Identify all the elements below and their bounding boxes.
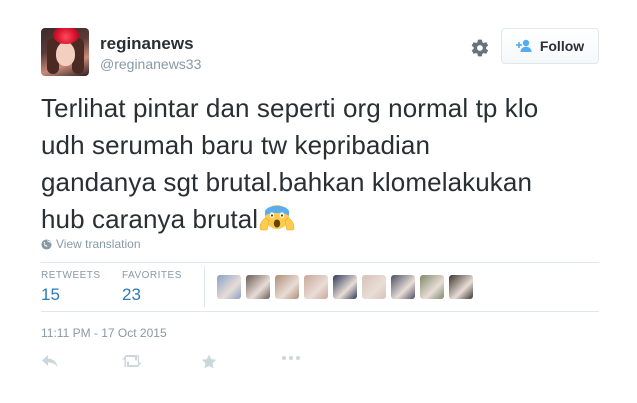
- stats-separator: [204, 266, 205, 307]
- favoriter-avatar[interactable]: [420, 275, 444, 299]
- favoriter-avatar[interactable]: [449, 275, 473, 299]
- favorites-count: 23: [122, 285, 141, 304]
- favoriter-avatar[interactable]: [391, 275, 415, 299]
- stats-divider-bottom: [41, 311, 599, 312]
- favoriters-avatar-list: [217, 275, 473, 299]
- view-translation-link[interactable]: View translation: [41, 237, 141, 251]
- stats-divider-top: [41, 262, 599, 263]
- favoriter-avatar[interactable]: [304, 275, 328, 299]
- tweet-timestamp[interactable]: 11:11 PM - 17 Oct 2015: [41, 326, 167, 340]
- reply-icon[interactable]: [41, 354, 59, 368]
- follow-button[interactable]: Follow: [501, 28, 599, 64]
- tweet-line: Terlihat pintar dan seperti org normal t…: [41, 93, 539, 123]
- gear-icon[interactable]: [470, 38, 490, 58]
- more-icon[interactable]: [281, 354, 301, 362]
- tweet-line: gandanya sgt brutal.bahkan klomelakukan: [41, 167, 533, 197]
- tweet-text: Terlihat pintar dan seperti org normal t…: [41, 90, 601, 238]
- favorites-label: FAVORITES: [122, 270, 182, 281]
- favoriter-avatar[interactable]: [246, 275, 270, 299]
- add-user-icon: [515, 39, 532, 52]
- globe-icon: [41, 238, 52, 250]
- avatar-face: [56, 42, 75, 66]
- retweets-label: RETWEETS: [41, 270, 101, 281]
- user-name[interactable]: reginanews: [100, 34, 194, 54]
- favorite-icon[interactable]: [201, 354, 217, 369]
- user-handle[interactable]: @reginanews33: [100, 56, 201, 72]
- retweets-stat[interactable]: RETWEETS 15: [41, 270, 101, 305]
- screaming-face-emoji: [259, 205, 295, 231]
- retweet-icon[interactable]: [121, 354, 143, 368]
- favoriter-avatar[interactable]: [275, 275, 299, 299]
- favoriter-avatar[interactable]: [362, 275, 386, 299]
- favorites-stat[interactable]: FAVORITES 23: [122, 270, 182, 305]
- tweet-line: udh serumah baru tw kepribadian: [41, 130, 430, 160]
- user-avatar[interactable]: [41, 28, 89, 76]
- tweet-line: hub caranya brutal: [41, 204, 259, 234]
- favoriter-avatar[interactable]: [333, 275, 357, 299]
- retweets-count: 15: [41, 285, 60, 304]
- follow-button-label: Follow: [539, 38, 585, 54]
- view-translation-label: View translation: [56, 237, 141, 251]
- favoriter-avatar[interactable]: [217, 275, 241, 299]
